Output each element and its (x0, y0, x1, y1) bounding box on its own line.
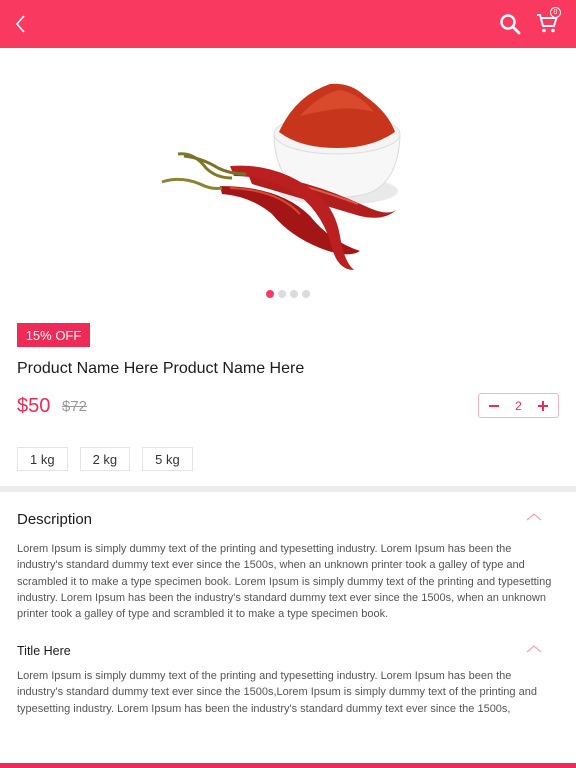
quantity-stepper: 2 (478, 393, 559, 418)
size-options: 1 kg 2 kg 5 kg (17, 447, 193, 471)
product-image[interactable] (160, 66, 416, 290)
quantity-value[interactable]: 2 (515, 399, 522, 413)
section-title: Title Here (17, 644, 71, 658)
chevron-left-icon (15, 15, 25, 33)
chili-image (161, 83, 401, 270)
decrease-quantity-button[interactable] (487, 397, 501, 415)
chevron-up-icon[interactable] (526, 512, 542, 522)
carousel-dot[interactable] (290, 290, 298, 298)
search-icon (500, 14, 521, 35)
minus-icon (489, 404, 499, 407)
section-text: Lorem Ipsum is simply dummy text of the … (17, 670, 537, 715)
carousel-dot[interactable] (266, 290, 274, 298)
discount-badge: 15% OFF (17, 323, 90, 347)
chevron-up-icon[interactable] (526, 644, 542, 654)
size-option-2kg[interactable]: 2 kg (79, 447, 131, 471)
carousel-dot[interactable] (278, 290, 286, 298)
original-price: $72 (62, 398, 88, 415)
increase-quantity-button[interactable] (536, 397, 550, 415)
cart-count-badge: 0 (550, 7, 561, 18)
app-bar: 0 (0, 0, 576, 48)
plus-icon (538, 400, 548, 411)
description-text: Lorem Ipsum is simply dummy text of the … (17, 543, 552, 621)
description-title: Description (17, 511, 93, 528)
search-button[interactable] (494, 8, 526, 40)
bottom-bar (0, 763, 576, 768)
cart-button[interactable]: 0 (530, 6, 564, 40)
back-button[interactable] (6, 9, 36, 39)
carousel-indicator (0, 290, 576, 298)
size-option-1kg[interactable]: 1 kg (17, 447, 68, 471)
section-divider (0, 486, 576, 492)
product-name: Product Name Here Product Name Here (17, 360, 305, 377)
carousel-dot[interactable] (302, 290, 310, 298)
current-price: $50 (17, 395, 51, 417)
size-option-5kg[interactable]: 5 kg (142, 447, 193, 471)
